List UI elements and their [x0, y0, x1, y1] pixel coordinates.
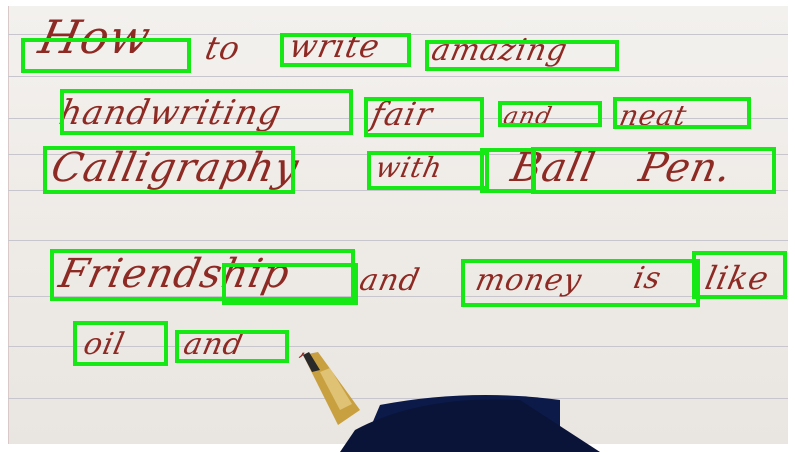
- detection-box: [692, 251, 787, 299]
- detection-box: [367, 151, 489, 190]
- paper-margin-line: [8, 6, 9, 444]
- detection-box: [60, 89, 353, 135]
- handwritten-word-to: to: [201, 29, 245, 67]
- detection-box: [498, 101, 602, 127]
- detection-box: [43, 146, 295, 194]
- paper-rule: [8, 240, 788, 241]
- detection-box: [175, 330, 289, 363]
- detection-box: [21, 38, 191, 73]
- handwritten-word-and: and: [356, 263, 424, 298]
- detection-box: [531, 147, 776, 194]
- photo-stage: How to write amazing handwriting fair an…: [0, 0, 795, 452]
- paper-rule: [8, 398, 788, 399]
- detection-box: [480, 148, 536, 193]
- detection-box: [425, 40, 619, 71]
- detection-box: [222, 263, 358, 305]
- detection-box: [73, 321, 168, 366]
- detection-box: [280, 33, 411, 67]
- detection-box: [461, 259, 700, 307]
- paper-rule: [8, 76, 788, 77]
- detection-box: [364, 97, 484, 137]
- detection-box: [613, 97, 751, 129]
